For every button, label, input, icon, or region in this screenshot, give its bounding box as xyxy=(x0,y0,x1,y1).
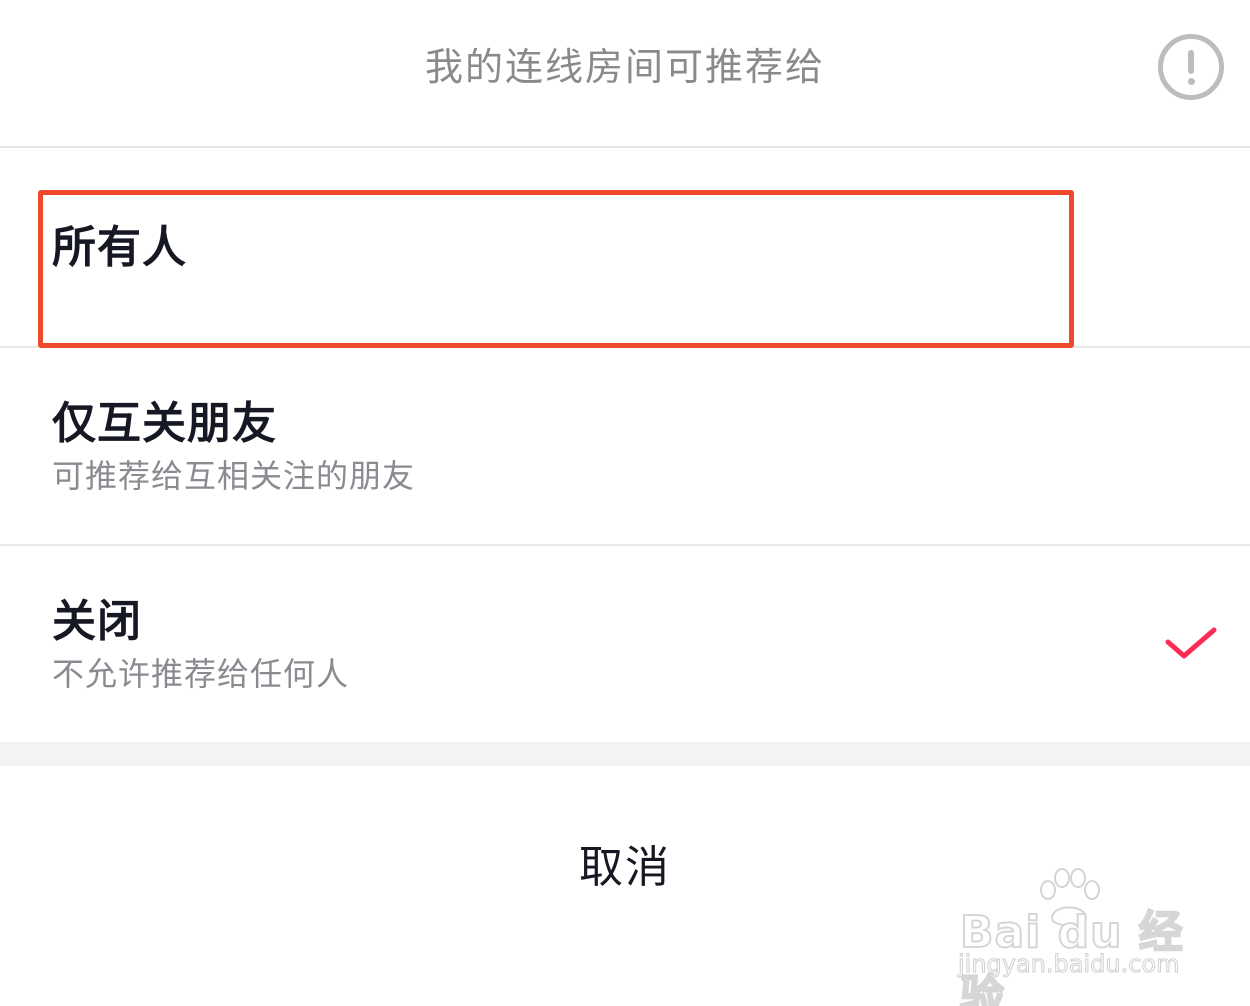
option-mutual-friends[interactable]: 仅互关朋友 可推荐给互相关注的朋友 xyxy=(0,348,1250,546)
section-separator xyxy=(0,742,1250,766)
recommend-setting-sheet: 我的连线房间可推荐给 所有人 仅互关朋友 可推荐给互相关注的朋友 关闭 不允许推… xyxy=(0,0,1250,1006)
option-mutual-friends-description: 可推荐给互相关注的朋友 xyxy=(52,457,416,495)
option-off-description: 不允许推荐给任何人 xyxy=(52,655,350,693)
baidu-jingyan-watermark: Bai du 经验 jingyan.baidu.com xyxy=(956,868,1196,1006)
watermark-url: jingyan.baidu.com xyxy=(957,950,1180,979)
option-mutual-friends-label: 仅互关朋友 xyxy=(52,398,277,449)
exclamation-circle-icon[interactable] xyxy=(1158,34,1224,100)
option-off-label: 关闭 xyxy=(52,596,142,647)
exclamation-bar xyxy=(1188,50,1194,74)
sheet-title: 我的连线房间可推荐给 xyxy=(424,45,825,89)
checkmark-icon xyxy=(1165,627,1217,659)
highlight-annotation-box xyxy=(38,190,1074,348)
exclamation-dot xyxy=(1187,78,1195,85)
option-off[interactable]: 关闭 不允许推荐给任何人 xyxy=(0,546,1250,742)
sheet-header: 我的连线房间可推荐给 xyxy=(0,0,1250,148)
